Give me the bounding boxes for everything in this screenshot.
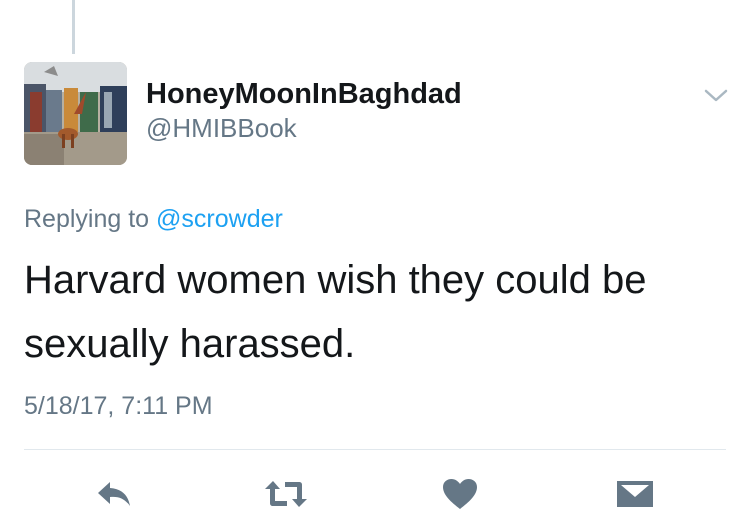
divider bbox=[24, 449, 726, 450]
avatar[interactable] bbox=[24, 62, 127, 165]
like-button[interactable] bbox=[437, 474, 483, 514]
tweet-text: Harvard women wish they could be sexuall… bbox=[24, 258, 647, 366]
tweet-timestamp[interactable]: 5/18/17, 7:11 PM bbox=[24, 392, 213, 421]
reply-icon bbox=[98, 482, 130, 506]
user-handle[interactable]: @HMIBBook bbox=[146, 113, 297, 144]
heart-icon bbox=[443, 479, 477, 509]
retweet-icon bbox=[265, 481, 307, 507]
tweet-detail: HoneyMoonInBaghdad @HMIBBook Replying to… bbox=[0, 0, 750, 525]
replying-to-label: Replying to bbox=[24, 205, 150, 233]
thread-connector-line bbox=[72, 0, 75, 54]
replying-to-context: Replying to @scrowder bbox=[24, 205, 283, 234]
mention-link[interactable]: @scrowder bbox=[156, 205, 283, 233]
envelope-icon bbox=[617, 481, 653, 507]
chevron-down-icon bbox=[704, 89, 728, 102]
avatar-photo bbox=[24, 62, 127, 165]
retweet-button[interactable] bbox=[263, 474, 309, 514]
display-name[interactable]: HoneyMoonInBaghdad bbox=[146, 78, 462, 111]
direct-message-button[interactable] bbox=[612, 474, 658, 514]
tweet-menu-button[interactable] bbox=[702, 86, 730, 106]
reply-button[interactable] bbox=[91, 474, 137, 514]
